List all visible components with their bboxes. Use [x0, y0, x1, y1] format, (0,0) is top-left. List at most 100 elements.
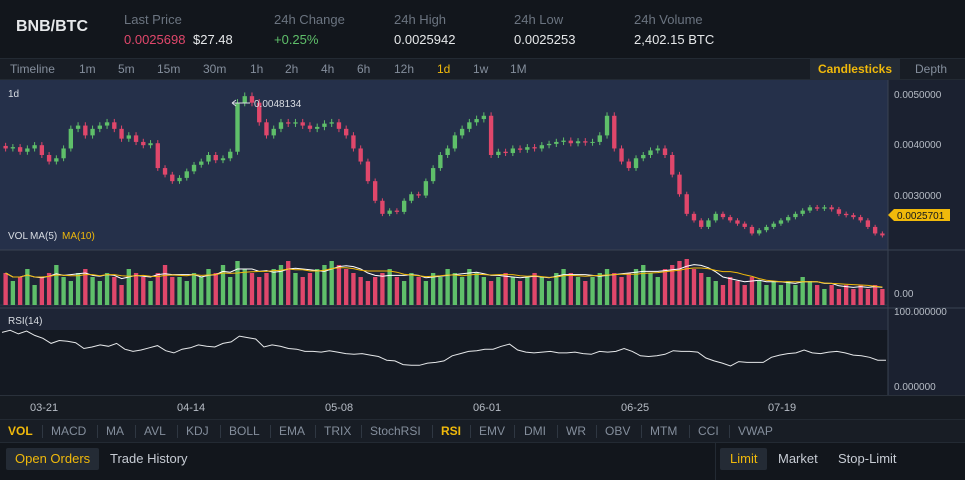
candle[interactable]	[843, 213, 849, 216]
candle[interactable]	[351, 135, 356, 149]
candle[interactable]	[394, 210, 400, 212]
interval-1d[interactable]: 1d	[437, 62, 450, 76]
candle[interactable]	[467, 122, 472, 129]
candle[interactable]	[322, 123, 327, 127]
candle[interactable]	[575, 141, 581, 144]
interval-1w[interactable]: 1w	[473, 62, 488, 76]
candle[interactable]	[133, 135, 139, 142]
tab-trade-history[interactable]: Trade History	[110, 448, 188, 470]
indicator-ma[interactable]: MA	[106, 424, 124, 438]
candle[interactable]	[800, 210, 805, 214]
candle[interactable]	[488, 115, 494, 155]
candle[interactable]	[872, 226, 878, 234]
candle[interactable]	[691, 213, 697, 221]
candle[interactable]	[242, 96, 247, 103]
candle[interactable]	[814, 207, 820, 209]
candle[interactable]	[641, 155, 646, 159]
candle[interactable]	[742, 223, 747, 227]
candle[interactable]	[728, 217, 733, 221]
candle[interactable]	[699, 220, 704, 227]
candle[interactable]	[358, 148, 363, 162]
candle[interactable]	[445, 148, 450, 155]
indicator-stochrsi[interactable]: StochRSI	[370, 424, 421, 438]
candle[interactable]	[61, 148, 66, 159]
candle[interactable]	[626, 161, 631, 169]
candle[interactable]	[713, 213, 718, 221]
order-type-market[interactable]: Market	[778, 448, 818, 470]
candle[interactable]	[336, 122, 342, 129]
indicator-avl[interactable]: AVL	[144, 424, 166, 438]
candle[interactable]	[278, 122, 284, 129]
candle[interactable]	[17, 147, 23, 152]
candle[interactable]	[409, 194, 414, 201]
indicator-cci[interactable]: CCI	[698, 424, 719, 438]
indicator-rsi[interactable]: RSI	[441, 424, 461, 438]
candle[interactable]	[880, 233, 885, 236]
candle[interactable]	[836, 209, 842, 214]
candle[interactable]	[162, 168, 168, 175]
candle[interactable]	[858, 217, 863, 221]
candle[interactable]	[546, 143, 552, 146]
candle[interactable]	[97, 125, 102, 129]
candle[interactable]	[481, 115, 487, 120]
candle[interactable]	[126, 135, 131, 139]
candle[interactable]	[662, 148, 668, 155]
candle[interactable]	[293, 122, 298, 124]
candle[interactable]	[496, 151, 501, 155]
candle[interactable]	[170, 174, 175, 182]
candle[interactable]	[372, 181, 378, 201]
candle[interactable]	[749, 226, 755, 234]
candle[interactable]	[83, 125, 88, 136]
candle[interactable]	[670, 155, 675, 175]
candle[interactable]	[112, 122, 117, 129]
interval-30m[interactable]: 30m	[203, 62, 226, 76]
candle[interactable]	[365, 161, 371, 182]
candle[interactable]	[344, 128, 349, 136]
candle[interactable]	[75, 125, 81, 129]
candle[interactable]	[387, 210, 392, 214]
candle[interactable]	[764, 226, 769, 231]
indicator-vwap[interactable]: VWAP	[738, 424, 773, 438]
interval-1h[interactable]: 1h	[250, 62, 263, 76]
indicator-boll[interactable]: BOLL	[229, 424, 260, 438]
indicator-mtm[interactable]: MTM	[650, 424, 677, 438]
candle[interactable]	[39, 145, 45, 155]
candle[interactable]	[612, 115, 617, 149]
indicator-vol[interactable]: VOL	[8, 424, 33, 438]
candle[interactable]	[677, 174, 682, 195]
candle[interactable]	[597, 135, 602, 142]
candle[interactable]	[119, 128, 124, 139]
candle[interactable]	[525, 147, 530, 150]
candle[interactable]	[329, 122, 334, 124]
tab-open-orders[interactable]: Open Orders	[6, 448, 100, 470]
interval-4h[interactable]: 4h	[321, 62, 334, 76]
candle[interactable]	[554, 141, 559, 144]
candle[interactable]	[68, 128, 74, 149]
candle[interactable]	[532, 147, 537, 149]
indicator-trix[interactable]: TRIX	[324, 424, 351, 438]
candle[interactable]	[684, 194, 689, 214]
candle[interactable]	[430, 168, 436, 182]
candle[interactable]	[735, 220, 740, 224]
candle[interactable]	[315, 126, 320, 129]
candle[interactable]	[865, 220, 871, 227]
interval-1M[interactable]: 1M	[510, 62, 527, 76]
candle[interactable]	[235, 102, 240, 152]
candle[interactable]	[778, 220, 784, 224]
interval-timeline[interactable]: Timeline	[10, 62, 55, 76]
view-depth-button[interactable]: Depth	[902, 59, 960, 80]
interval-1m[interactable]: 1m	[79, 62, 96, 76]
candle[interactable]	[25, 148, 30, 152]
candle[interactable]	[264, 122, 269, 136]
candle[interactable]	[459, 128, 465, 136]
candle[interactable]	[271, 128, 276, 136]
candle[interactable]	[177, 177, 182, 182]
interval-2h[interactable]: 2h	[285, 62, 298, 76]
candle[interactable]	[206, 155, 211, 162]
candle[interactable]	[604, 115, 610, 136]
candle[interactable]	[503, 151, 508, 154]
candle[interactable]	[561, 140, 566, 142]
candle[interactable]	[10, 147, 16, 149]
candle[interactable]	[829, 207, 834, 210]
candle[interactable]	[757, 230, 762, 234]
